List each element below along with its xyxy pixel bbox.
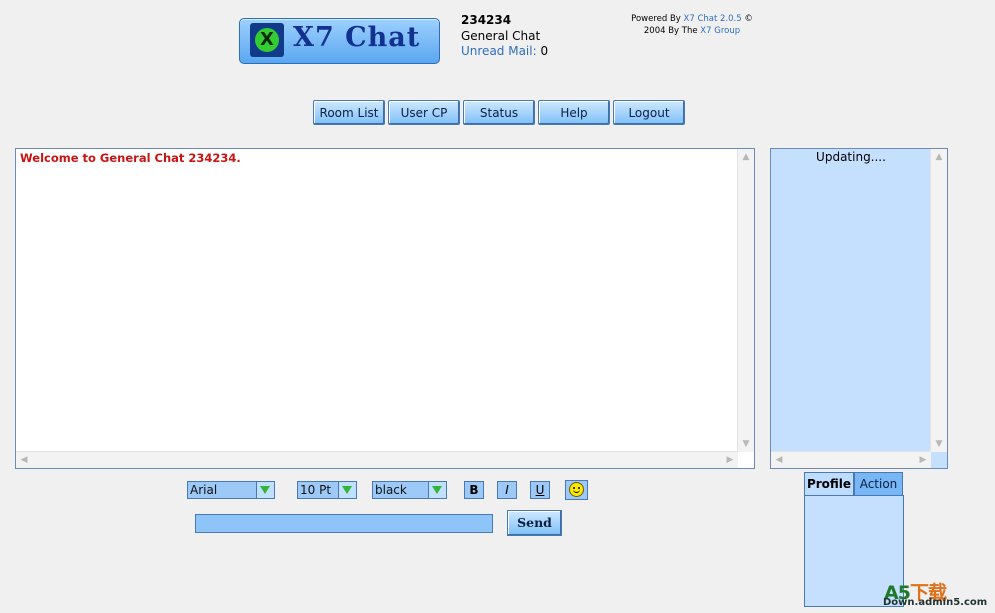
unread-mail-count: 0 [540, 44, 549, 58]
send-button[interactable]: Send [507, 510, 562, 536]
bold-button[interactable]: B [464, 481, 484, 499]
scroll-down-icon[interactable]: ▼ [738, 436, 754, 452]
userlist-horizontal-scrollbar[interactable]: ◀ ▶ [771, 451, 931, 468]
x7-group-link[interactable]: X7 Group [700, 26, 740, 36]
message-input[interactable] [195, 514, 493, 533]
logo-mark: X [255, 28, 279, 52]
scroll-right-icon[interactable]: ▶ [915, 452, 931, 468]
chat-messages-panel: Welcome to General Chat 234234. ▲ ▼ ◀ ▶ [15, 148, 755, 469]
x7-logo-icon: X [250, 23, 284, 57]
user-list-panel: Updating.... ▲ ▼ ◀ ▶ [770, 148, 948, 469]
chat-vertical-scrollbar[interactable]: ▲ ▼ [737, 149, 754, 452]
logo-title: X7 Chat [293, 22, 421, 53]
tab-action[interactable]: Action [854, 472, 903, 496]
user-list-status: Updating.... [816, 150, 886, 164]
userlist-vertical-scrollbar[interactable]: ▲ ▼ [930, 149, 947, 452]
font-select[interactable]: Arial [187, 481, 275, 499]
chat-horizontal-scrollbar[interactable]: ◀ ▶ [16, 451, 738, 468]
chevron-down-icon[interactable] [338, 482, 356, 498]
chevron-down-icon[interactable] [256, 482, 274, 498]
help-button[interactable]: Help [538, 100, 610, 125]
user-info: 234234 General Chat Unread Mail: 0 [461, 13, 548, 60]
room-list-button[interactable]: Room List [313, 100, 385, 125]
font-select-value: Arial [190, 483, 218, 497]
italic-button[interactable]: I [497, 481, 517, 499]
scroll-left-icon[interactable]: ◀ [771, 452, 787, 468]
chevron-down-icon[interactable] [428, 482, 446, 498]
size-select-value: 10 Pt [300, 483, 332, 497]
copyright-icon: © [744, 14, 753, 24]
scroll-left-icon[interactable]: ◀ [16, 452, 32, 468]
powered-prefix: Powered By [631, 14, 681, 24]
smiley-face-icon [569, 482, 584, 497]
x7chat-version-link[interactable]: X7 Chat 2.0.5 [684, 14, 742, 24]
logout-button[interactable]: Logout [613, 100, 685, 125]
smiley-button[interactable] [565, 480, 588, 500]
powered-by: Powered By X7 Chat 2.0.5 © 2004 By The X… [612, 13, 772, 37]
size-select[interactable]: 10 Pt [297, 481, 357, 499]
scroll-down-icon[interactable]: ▼ [931, 436, 947, 452]
welcome-message: Welcome to General Chat 234234. [20, 151, 241, 165]
room-name: General Chat [461, 28, 541, 43]
color-select-value: black [375, 483, 407, 497]
user-cp-button[interactable]: User CP [388, 100, 460, 125]
scroll-right-icon[interactable]: ▶ [722, 452, 738, 468]
x7-chat-logo: X X7 Chat [239, 18, 440, 64]
scroll-up-icon[interactable]: ▲ [931, 149, 947, 165]
tab-profile[interactable]: Profile [804, 472, 854, 496]
unread-mail[interactable]: Unread Mail: 0 [461, 44, 548, 60]
scroll-up-icon[interactable]: ▲ [738, 149, 754, 165]
powered-year: 2004 By The [643, 26, 698, 36]
username: 234234 [461, 13, 512, 27]
unread-mail-label[interactable]: Unread Mail: [461, 44, 537, 58]
a5-watermark: A5下载 Down.admin5.com [880, 578, 995, 613]
color-select[interactable]: black [372, 481, 447, 499]
status-button[interactable]: Status [463, 100, 535, 125]
underline-button[interactable]: U [530, 481, 550, 499]
watermark-domain: Down.admin5.com [883, 597, 988, 608]
